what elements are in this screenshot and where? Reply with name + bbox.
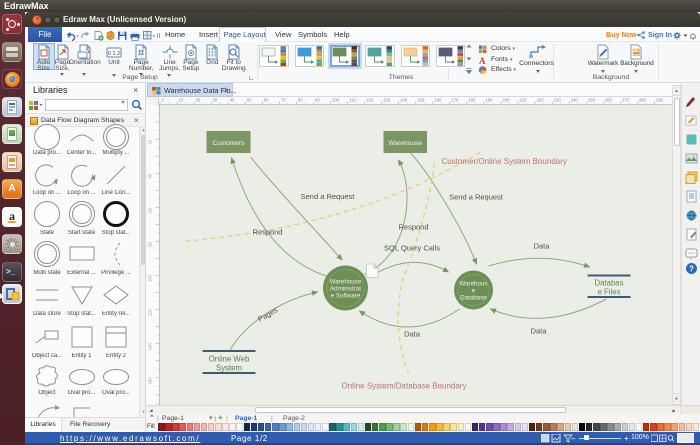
svg-text:Data: Data <box>404 330 421 339</box>
svg-text:160: 160 <box>434 98 442 103</box>
svg-text:180: 180 <box>468 98 476 103</box>
svg-text:100: 100 <box>148 274 153 282</box>
svg-text:e: e <box>471 288 475 295</box>
svg-text:60: 60 <box>148 207 153 212</box>
svg-text:240: 240 <box>571 98 579 103</box>
svg-text:Customers: Customers <box>212 140 245 147</box>
svg-text:40: 40 <box>148 173 153 178</box>
svg-text:Data: Data <box>533 242 550 251</box>
svg-text:30: 30 <box>213 98 218 103</box>
svg-text:Warehous: Warehous <box>459 281 487 288</box>
svg-text:80: 80 <box>298 98 303 103</box>
svg-text:140: 140 <box>400 98 408 103</box>
svg-text:Send a Request: Send a Request <box>449 193 504 202</box>
svg-text:100: 100 <box>332 98 340 103</box>
svg-text:?: ? <box>689 264 694 273</box>
svg-text:20: 20 <box>196 98 201 103</box>
svg-text:Data: Data <box>530 327 547 336</box>
svg-text:Respond: Respond <box>252 228 282 237</box>
svg-text:150: 150 <box>417 98 425 103</box>
svg-text:70: 70 <box>281 98 286 103</box>
svg-text:System: System <box>216 364 242 373</box>
svg-text:220: 220 <box>537 98 545 103</box>
svg-text:200: 200 <box>503 98 511 103</box>
svg-text:e Software: e Software <box>330 293 360 300</box>
svg-text:140: 140 <box>148 343 153 351</box>
svg-text:80: 80 <box>148 241 153 246</box>
svg-text:Databas: Databas <box>594 279 623 288</box>
svg-text:260: 260 <box>605 98 613 103</box>
svg-text:60: 60 <box>264 98 269 103</box>
svg-text:170: 170 <box>451 98 459 103</box>
svg-text:Warehouse: Warehouse <box>388 140 422 147</box>
svg-text:270: 270 <box>622 98 630 103</box>
svg-text:50: 50 <box>247 98 252 103</box>
svg-text:A: A <box>479 56 486 66</box>
svg-text:Database: Database <box>460 295 487 302</box>
svg-text:120: 120 <box>366 98 374 103</box>
svg-text:SQL Query Calls: SQL Query Calls <box>384 244 440 253</box>
svg-text:90: 90 <box>315 98 320 103</box>
svg-text:130: 130 <box>383 98 391 103</box>
svg-text:120: 120 <box>148 308 153 316</box>
svg-text:Online Web: Online Web <box>208 355 249 364</box>
svg-text:Pages: Pages <box>256 305 279 324</box>
svg-text:210: 210 <box>520 98 528 103</box>
svg-text:Customer/Online System Boundar: Customer/Online System Boundary <box>441 157 566 166</box>
svg-text:40: 40 <box>230 98 235 103</box>
svg-text:280: 280 <box>639 98 647 103</box>
svg-text:160: 160 <box>148 377 153 385</box>
svg-text:Send a Request: Send a Request <box>300 192 355 201</box>
svg-text:Administrat: Administrat <box>330 286 361 293</box>
svg-text:e Files: e Files <box>597 288 620 297</box>
svg-text:20: 20 <box>148 139 153 144</box>
svg-text:250: 250 <box>588 98 596 103</box>
svg-text:0: 0 <box>162 98 165 103</box>
svg-text:Warehouse: Warehouse <box>329 279 361 286</box>
svg-text:Respond: Respond <box>398 223 428 232</box>
svg-text:110: 110 <box>349 98 356 103</box>
svg-text:190: 190 <box>485 98 493 103</box>
svg-text:230: 230 <box>554 98 562 103</box>
svg-text:0 1 2: 0 1 2 <box>108 51 120 57</box>
svg-text:10: 10 <box>179 98 184 103</box>
svg-text:Online System/Database Boundar: Online System/Database Boundary <box>341 382 466 391</box>
svg-text:290: 290 <box>656 98 664 103</box>
